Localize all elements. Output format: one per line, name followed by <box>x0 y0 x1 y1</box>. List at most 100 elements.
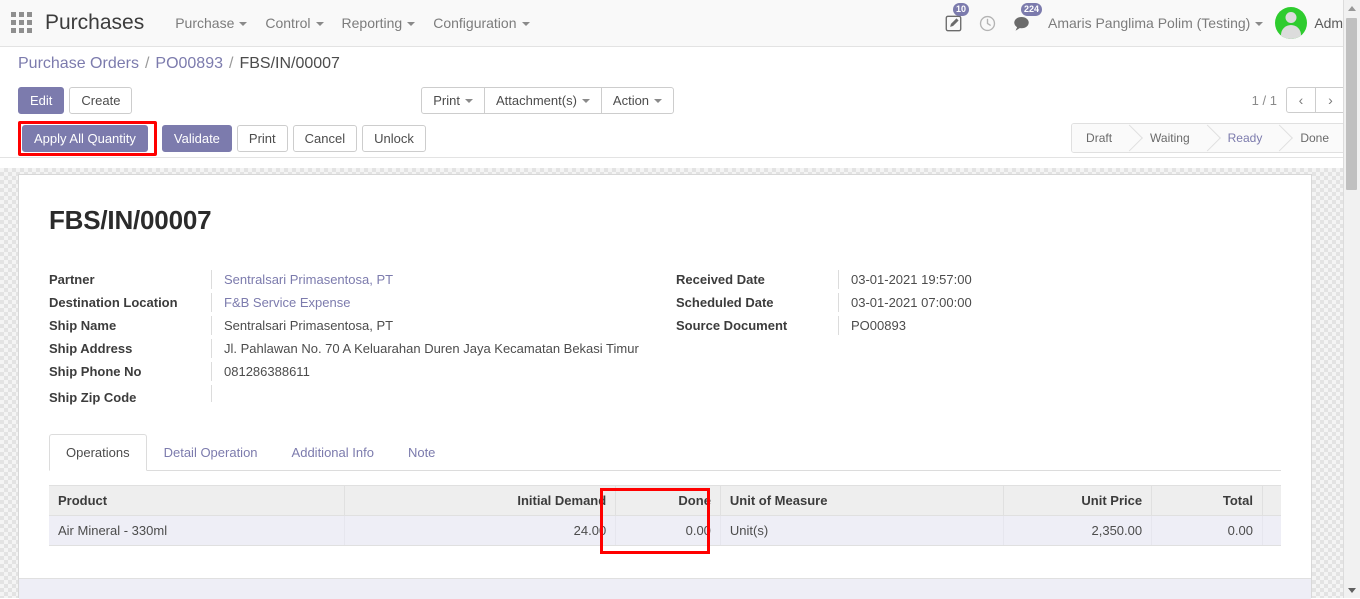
cell-initial-demand[interactable]: 24.00 <box>344 515 617 546</box>
table-row[interactable]: Air Mineral - 330ml 24.00 0.00 Unit(s) 2… <box>49 515 1281 546</box>
column-header-product[interactable]: Product <box>49 485 346 516</box>
apply-all-quantity-button[interactable]: Apply All Quantity <box>22 124 148 152</box>
chevron-down-icon <box>464 99 473 104</box>
breadcrumb-current: FBS/IN/00007 <box>239 55 340 72</box>
column-header-unit-price[interactable]: Unit Price <box>1003 485 1153 516</box>
menu-control[interactable]: Control <box>256 0 332 46</box>
column-header-total[interactable]: Total <box>1151 485 1263 516</box>
validate-button[interactable]: Validate <box>161 124 232 152</box>
field-ship-name: Ship Name Sentralsari Primasentosa, PT <box>49 316 654 339</box>
field-destination-location-value[interactable]: F&B Service Expense <box>211 293 654 312</box>
tab-additional-info[interactable]: Additional Info <box>275 434 391 471</box>
chat-bubble-glyph <box>1013 16 1029 31</box>
field-ship-name-label: Ship Name <box>49 318 117 333</box>
vertical-scrollbar[interactable] <box>1343 0 1360 598</box>
field-partner-label: Partner <box>49 272 95 287</box>
form-fields-left: Partner Sentralsari Primasentosa, PT Des… <box>49 270 654 408</box>
field-partner: Partner Sentralsari Primasentosa, PT <box>49 270 654 293</box>
field-partner-value[interactable]: Sentralsari Primasentosa, PT <box>211 270 654 289</box>
column-header-actions <box>1262 485 1281 516</box>
chevron-down-icon <box>654 99 663 104</box>
table-body: Air Mineral - 330ml 24.00 0.00 Unit(s) 2… <box>49 515 1281 546</box>
apps-grid-icon[interactable] <box>11 12 33 34</box>
tab-note[interactable]: Note <box>391 434 452 471</box>
stage-draft[interactable]: Draft <box>1072 124 1131 152</box>
column-header-initial-demand[interactable]: Initial Demand <box>344 485 617 516</box>
scrollbar-thumb[interactable] <box>1346 18 1357 190</box>
breadcrumb-separator: / <box>144 55 150 72</box>
statusbar: Apply All Quantity Validate Print Cancel… <box>0 119 1360 158</box>
cell-unit-of-measure[interactable]: Unit(s) <box>720 515 1005 546</box>
print-button[interactable]: Print <box>236 124 288 152</box>
field-destination-location-label: Destination Location <box>49 295 178 310</box>
sheet-bottom-strip <box>19 578 1311 599</box>
field-received-date-value: 03-01-2021 19:57:00 <box>838 270 1281 289</box>
cancel-button[interactable]: Cancel <box>292 124 358 152</box>
field-ship-zip-code-value <box>211 385 654 402</box>
tab-operations[interactable]: Operations <box>49 434 147 471</box>
scroll-down-arrow-icon[interactable] <box>1344 582 1359 598</box>
menu-reporting-label: Reporting <box>341 15 403 31</box>
cell-product[interactable]: Air Mineral - 330ml <box>49 515 346 546</box>
company-switcher[interactable]: Amaris Panglima Polim (Testing) <box>1038 15 1271 31</box>
field-source-document-value: PO00893 <box>838 316 1281 335</box>
print-dropdown-button[interactable]: Print <box>421 86 485 114</box>
operations-table: Product Initial Demand Done Unit of Meas… <box>49 485 1281 546</box>
control-dropdown-group: Print Attachment(s) Action <box>421 86 675 114</box>
clock-icon[interactable] <box>970 0 1004 46</box>
form-fields-right: Received Date 03-01-2021 19:57:00 Schedu… <box>654 270 1281 408</box>
messages-icon[interactable]: 224 <box>1004 0 1043 46</box>
activity-badge-count: 10 <box>953 3 970 16</box>
tab-detail-operation[interactable]: Detail Operation <box>147 434 275 471</box>
chevron-down-icon <box>521 22 530 27</box>
menu-control-label: Control <box>265 15 311 31</box>
table-header-row: Product Initial Demand Done Unit of Meas… <box>49 485 1281 516</box>
breadcrumb: Purchase Orders / PO00893 / FBS/IN/00007 <box>0 47 1360 81</box>
cell-actions <box>1262 515 1281 546</box>
field-ship-address: Ship Address Jl. Pahlawan No. 70 A Kelua… <box>49 339 654 362</box>
menu-configuration[interactable]: Configuration <box>424 0 538 46</box>
top-navbar: Purchases Purchase Control Reporting Con… <box>0 0 1360 47</box>
page-title: FBS/IN/00007 <box>49 205 212 235</box>
edit-button[interactable]: Edit <box>18 86 65 114</box>
field-source-document: Source Document PO00893 <box>676 316 1281 339</box>
field-ship-zip-code-label: Ship Zip Code <box>49 390 137 405</box>
control-panel: Edit Create Print Attachment(s) Action 1… <box>0 81 1360 119</box>
field-ship-address-value: Jl. Pahlawan No. 70 A Keluarahan Duren J… <box>211 339 654 358</box>
cell-unit-price[interactable]: 2,350.00 <box>1003 515 1153 546</box>
avatar[interactable] <box>1275 7 1308 39</box>
chevron-down-icon <box>407 22 416 27</box>
field-ship-zip-code: Ship Zip Code <box>49 385 654 408</box>
attachments-dropdown-label: Attachment(s) <box>495 92 577 108</box>
cell-done[interactable]: 0.00 <box>615 515 721 546</box>
create-button[interactable]: Create <box>69 86 133 114</box>
menu-reporting[interactable]: Reporting <box>333 0 425 46</box>
menu-purchase[interactable]: Purchase <box>166 0 256 46</box>
menu-configuration-label: Configuration <box>433 15 517 31</box>
chevron-down-icon <box>1255 22 1264 27</box>
unlock-button[interactable]: Unlock <box>362 124 426 152</box>
field-ship-phone-no-label: Ship Phone No <box>49 364 142 379</box>
scroll-up-arrow-icon[interactable] <box>1344 0 1359 16</box>
breadcrumb-root[interactable]: Purchase Orders <box>18 55 139 73</box>
pager-next-button[interactable]: › <box>1315 87 1346 113</box>
pager: 1 / 1 ‹ › <box>1252 87 1346 113</box>
pager-previous-button[interactable]: ‹ <box>1285 87 1316 113</box>
breadcrumb-parent[interactable]: PO00893 <box>155 55 223 73</box>
cell-total[interactable]: 0.00 <box>1151 515 1263 546</box>
app-brand-title: Purchases <box>45 11 145 34</box>
column-header-done[interactable]: Done <box>615 485 721 516</box>
attachments-dropdown-button[interactable]: Attachment(s) <box>483 86 602 114</box>
field-received-date-label: Received Date <box>676 272 765 287</box>
chevron-down-icon <box>239 22 248 27</box>
field-ship-name-value: Sentralsari Primasentosa, PT <box>211 316 654 335</box>
column-header-unit-of-measure[interactable]: Unit of Measure <box>720 485 1005 516</box>
field-destination-location: Destination Location F&B Service Expense <box>49 293 654 316</box>
pager-count: 1 / 1 <box>1251 92 1277 108</box>
activity-edit-icon[interactable]: 10 <box>936 0 970 46</box>
action-dropdown-button[interactable]: Action <box>600 86 675 114</box>
field-ship-address-label: Ship Address <box>49 341 133 356</box>
form-sheet: FBS/IN/00007 Partner Sentralsari Primase… <box>18 174 1312 598</box>
field-scheduled-date-value: 03-01-2021 07:00:00 <box>838 293 1281 312</box>
company-name-label: Amaris Panglima Polim (Testing) <box>1048 15 1251 31</box>
